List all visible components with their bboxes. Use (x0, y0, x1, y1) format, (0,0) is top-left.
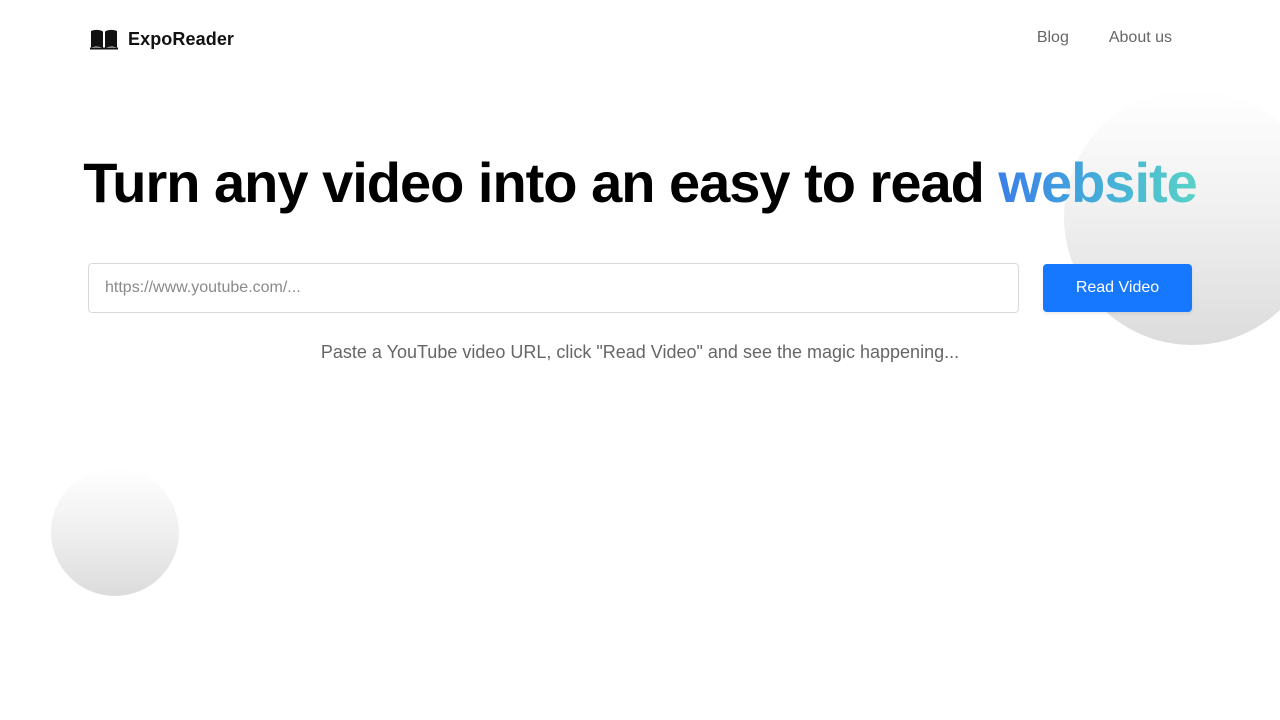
nav-link-about-us[interactable]: About us (1109, 29, 1172, 47)
landing-page: ExpoReader Blog About us Turn any video … (0, 0, 1280, 720)
usage-hint: Paste a YouTube video URL, click "Read V… (320, 342, 960, 362)
youtube-url-input[interactable] (88, 263, 1019, 313)
site-header: ExpoReader Blog About us (0, 0, 1280, 76)
hero-title-main: Turn any video into an easy to read (83, 151, 999, 214)
hero-title-accent: website (998, 151, 1197, 214)
read-video-button[interactable]: Read Video (1043, 264, 1192, 312)
main-nav: Blog About us (1037, 29, 1172, 47)
brand-logo-link[interactable]: ExpoReader (90, 26, 234, 52)
decorative-circle-small (51, 468, 179, 596)
open-book-icon (90, 28, 118, 50)
hero-title: Turn any video into an easy to read webs… (0, 150, 1280, 216)
nav-link-blog[interactable]: Blog (1037, 29, 1069, 47)
brand-name: ExpoReader (128, 28, 235, 49)
